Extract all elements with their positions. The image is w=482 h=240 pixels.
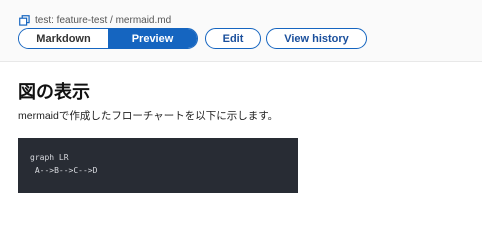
view-history-button[interactable]: View history (266, 28, 367, 49)
page-description: mermaidで作成したフローチャートを以下に示します。 (18, 110, 279, 122)
edit-button[interactable]: Edit (205, 28, 261, 49)
code-block: graph LR A-->B-->C-->D (18, 138, 298, 193)
breadcrumb-path[interactable]: test: feature-test / mermaid.md (35, 15, 171, 26)
breadcrumb: test: feature-test / mermaid.md (19, 14, 171, 26)
view-toggle: Markdown Preview (18, 28, 198, 49)
preview-tab-button[interactable]: Preview (108, 29, 197, 48)
code-line: A-->B-->C-->D (30, 166, 98, 175)
code-line: graph LR (30, 153, 69, 162)
markdown-tab-button[interactable]: Markdown (19, 29, 108, 48)
page-heading: 図の表示 (18, 82, 90, 102)
copy-icon[interactable] (19, 14, 30, 26)
page-header: test: feature-test / mermaid.md Markdown… (0, 0, 482, 62)
